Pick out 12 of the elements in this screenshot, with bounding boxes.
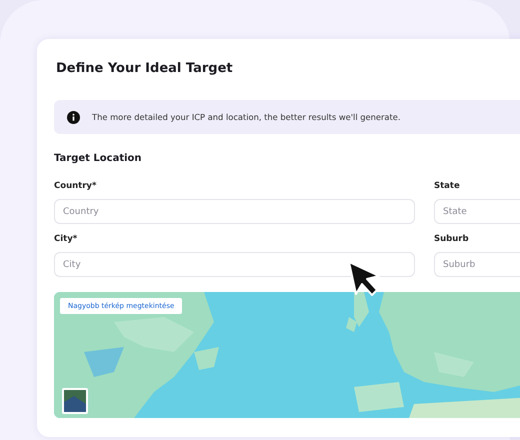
input-field[interactable]: City: [54, 252, 415, 277]
field-label: Suburb: [434, 234, 470, 246]
info-icon: [67, 110, 80, 124]
field-label: State: [434, 181, 461, 193]
input-field[interactable]: State: [434, 199, 520, 224]
info-text: The more detailed your ICP and location, the better results we'll generate.: [92, 112, 400, 122]
section-heading: Target Location: [54, 153, 143, 166]
card-title: Define Your Ideal Target: [56, 61, 234, 78]
field-label: City*: [54, 234, 78, 246]
input-field[interactable]: Country: [54, 199, 415, 224]
input-field[interactable]: Suburb: [434, 252, 520, 277]
field-label: Country*: [54, 181, 98, 193]
